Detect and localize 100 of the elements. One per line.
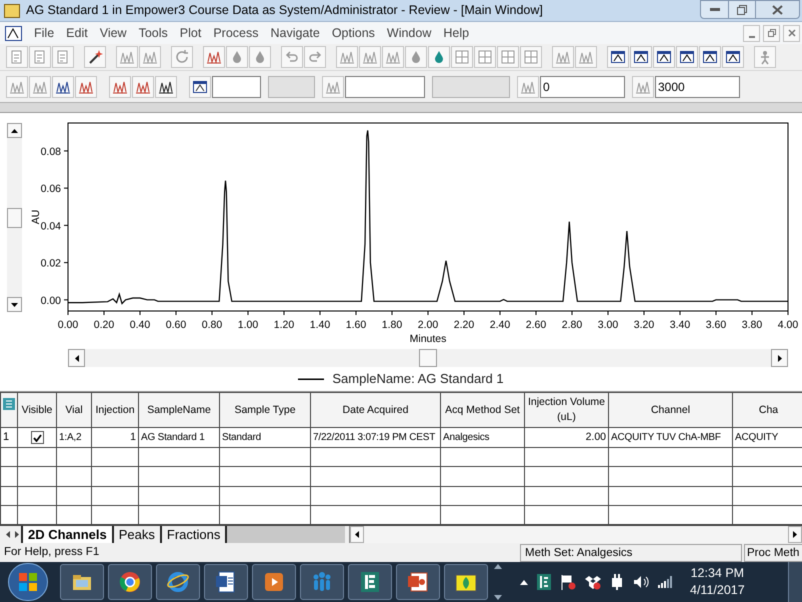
menu-item[interactable]: Help bbox=[437, 24, 476, 42]
restore-icon bbox=[737, 4, 747, 14]
table-cell: AG Standard 1 bbox=[138, 428, 220, 448]
restore-button[interactable] bbox=[729, 0, 755, 19]
window-icon bbox=[633, 49, 649, 65]
toolbar-button[interactable] bbox=[722, 46, 744, 68]
grid-icon bbox=[523, 49, 539, 65]
menu-item[interactable]: Window bbox=[380, 24, 438, 42]
legend-label: SampleName: AG Standard 1 bbox=[332, 370, 504, 388]
window-icon bbox=[702, 49, 718, 65]
column-header[interactable]: Visible bbox=[18, 392, 56, 428]
toolbar-button[interactable] bbox=[52, 76, 74, 98]
column-header[interactable]: Date Acquired bbox=[310, 392, 440, 428]
flag-icon bbox=[18, 572, 38, 592]
show-desktop-button[interactable] bbox=[788, 562, 802, 602]
window-icon bbox=[656, 49, 672, 65]
start-button[interactable] bbox=[8, 563, 48, 601]
menu-item[interactable]: Plot bbox=[174, 24, 208, 42]
column-header[interactable]: Acq Method Set bbox=[440, 392, 524, 428]
close-icon bbox=[788, 29, 796, 37]
column-header[interactable]: Injection bbox=[92, 392, 138, 428]
tick-label: 2.80 bbox=[562, 319, 582, 331]
checkbox[interactable] bbox=[30, 431, 44, 444]
box-icon bbox=[585, 574, 601, 590]
column-header[interactable]: Cha bbox=[732, 392, 802, 428]
toolbar-button[interactable] bbox=[155, 76, 177, 98]
column-header[interactable]: Vial bbox=[56, 392, 92, 428]
window-icon bbox=[725, 49, 741, 65]
menu-item[interactable]: Process bbox=[207, 24, 264, 42]
menu-item[interactable]: File bbox=[28, 24, 60, 42]
taskbar-button[interactable] bbox=[204, 564, 248, 600]
scroll-left-button[interactable] bbox=[350, 526, 364, 543]
scroll-thumb[interactable] bbox=[7, 208, 22, 228]
wand-icon bbox=[87, 49, 103, 65]
taskbar-button[interactable] bbox=[60, 564, 104, 600]
taskbar-button[interactable] bbox=[396, 564, 440, 600]
scroll-up-button[interactable] bbox=[7, 123, 22, 138]
input-field[interactable] bbox=[212, 76, 261, 98]
table-cell: 2.00 bbox=[524, 428, 608, 448]
toolbar-button[interactable] bbox=[653, 46, 675, 68]
scroll-right-button[interactable] bbox=[771, 349, 788, 367]
right-arrow-icon bbox=[793, 531, 797, 538]
toolbar-button[interactable] bbox=[699, 46, 721, 68]
scroll-left-button[interactable] bbox=[68, 349, 85, 367]
window-icon bbox=[192, 78, 208, 94]
undo-icon bbox=[284, 49, 300, 65]
minimize-button[interactable] bbox=[743, 24, 760, 42]
menu-item[interactable]: Options bbox=[326, 24, 381, 42]
menu-item[interactable]: Navigate bbox=[264, 24, 326, 42]
tick-label: 3.40 bbox=[670, 319, 690, 331]
input-field[interactable] bbox=[345, 76, 425, 98]
input-field[interactable]: 3000 bbox=[655, 76, 740, 98]
menu-item[interactable]: View bbox=[94, 24, 133, 42]
tick-label: 0.02 bbox=[40, 258, 61, 270]
tick-label: 0.40 bbox=[130, 319, 150, 331]
tick-label: 2.40 bbox=[490, 319, 510, 331]
toolbar-button[interactable] bbox=[189, 76, 211, 98]
menu-item[interactable]: Tools bbox=[132, 24, 174, 42]
tick-label: 0.00 bbox=[58, 319, 78, 331]
grid-icon bbox=[500, 49, 516, 65]
chromatogram-icon bbox=[5, 26, 22, 40]
slides-icon bbox=[406, 570, 430, 594]
scroll-thumb[interactable] bbox=[419, 349, 437, 367]
column-header[interactable]: Injection Volume (uL) bbox=[524, 392, 608, 428]
peaks-icon bbox=[555, 49, 571, 65]
taskbar-button[interactable] bbox=[108, 564, 152, 600]
restore-button[interactable] bbox=[763, 24, 780, 42]
taskbar-button[interactable] bbox=[444, 564, 488, 600]
peaks-icon bbox=[119, 49, 135, 65]
axis-title: AU bbox=[30, 210, 42, 224]
column-header[interactable]: Sample Type bbox=[220, 392, 310, 428]
input-field[interactable]: 0 bbox=[540, 76, 625, 98]
taskbar-button[interactable] bbox=[348, 564, 392, 600]
tick-label: 1.00 bbox=[238, 319, 258, 331]
ring-icon bbox=[118, 570, 142, 594]
tab[interactable]: 2D Channels bbox=[21, 526, 112, 543]
tick-label: 1.80 bbox=[382, 319, 402, 331]
column-header[interactable]: Channel bbox=[608, 392, 732, 428]
toolbar-button[interactable] bbox=[630, 46, 652, 68]
table-cell: Standard bbox=[220, 428, 310, 448]
scroll-right-button[interactable] bbox=[788, 526, 802, 543]
close-button[interactable] bbox=[755, 0, 800, 19]
window-title: AG Standard 1 in Empower3 Course Data as System/Administrator - Review - [Main Window] bbox=[26, 2, 543, 20]
tick-label: 0.20 bbox=[94, 319, 114, 331]
close-button[interactable] bbox=[783, 24, 800, 42]
toolbar-button[interactable] bbox=[676, 46, 698, 68]
toolbar-button[interactable] bbox=[607, 46, 629, 68]
peaks-icon bbox=[385, 49, 401, 65]
up-arrow-icon bbox=[11, 128, 18, 132]
toolbar-button[interactable] bbox=[84, 46, 106, 68]
grid-icon bbox=[477, 49, 493, 65]
clock-date: 4/11/2017 bbox=[690, 582, 745, 599]
menu-item[interactable]: Edit bbox=[60, 24, 94, 42]
window-icon bbox=[679, 49, 695, 65]
column-header[interactable]: SampleName bbox=[138, 392, 220, 428]
scroll-down-button[interactable] bbox=[7, 297, 22, 312]
taskbar-button[interactable] bbox=[156, 564, 200, 600]
tick-label: 0.60 bbox=[166, 319, 186, 331]
restore-icon bbox=[768, 29, 776, 37]
minimize-button[interactable] bbox=[700, 0, 729, 19]
